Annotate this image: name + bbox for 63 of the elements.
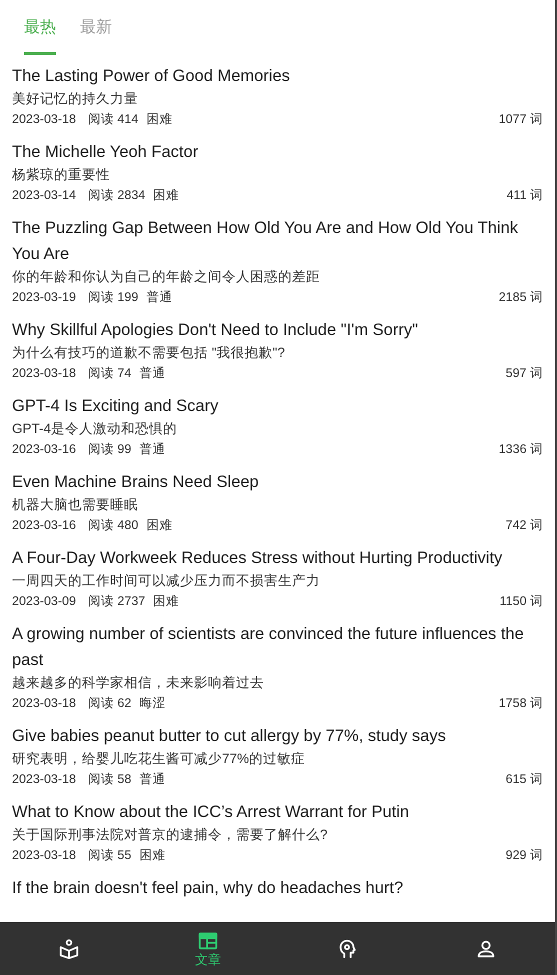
book-reader-icon bbox=[58, 938, 80, 960]
article-title[interactable]: What to Know about the ICC’s Arrest Warrant for Putin bbox=[12, 799, 543, 825]
word-count: 1077 词 bbox=[498, 111, 543, 128]
article-subtitle: 一周四天的工作时间可以减少压力而不损害生产力 bbox=[12, 572, 321, 590]
difficulty-label: 普通 bbox=[146, 289, 172, 306]
article-date: 2023-03-16 bbox=[12, 517, 76, 534]
difficulty-label: 困难 bbox=[146, 517, 172, 534]
word-count: 1150 词 bbox=[500, 593, 543, 610]
word-count: 742 词 bbox=[506, 517, 543, 534]
article-date: 2023-03-19 bbox=[12, 289, 76, 306]
article-subtitle: 你的年龄和你认为自己的年龄之间令人困惑的差距 bbox=[12, 268, 321, 286]
difficulty-label: 困难 bbox=[153, 187, 180, 204]
article-subtitle: GPT-4是令人激动和恐惧的 bbox=[12, 420, 178, 438]
article-date: 2023-03-18 bbox=[12, 847, 76, 864]
article-date: 2023-03-18 bbox=[12, 365, 76, 382]
read-count: 阅读 2834 bbox=[88, 187, 146, 204]
word-count: 615 词 bbox=[506, 771, 543, 788]
nav-tab[interactable]: 文章 bbox=[138, 922, 278, 975]
article-date: 2023-03-18 bbox=[12, 695, 76, 712]
word-count: 597 词 bbox=[506, 365, 543, 382]
article-title[interactable]: A growing number of scientists are convinced the future influences the past bbox=[12, 621, 543, 673]
word-count: 1758 词 bbox=[498, 695, 543, 712]
difficulty-label: 困难 bbox=[153, 593, 180, 610]
difficulty-label: 晦涩 bbox=[139, 695, 166, 712]
article-title[interactable]: A Four-Day Workweek Reduces Stress without Hurting Productivity bbox=[12, 545, 543, 571]
read-count: 阅读 62 bbox=[88, 695, 132, 712]
difficulty-label: 困难 bbox=[146, 111, 172, 128]
word-count: 2185 词 bbox=[498, 289, 543, 306]
difficulty-label: 普通 bbox=[139, 365, 166, 382]
article-subtitle: 越来越多的科学家相信，未来影响着过去 bbox=[12, 674, 265, 692]
difficulty-label: 普通 bbox=[139, 771, 166, 788]
read-count: 阅读 480 bbox=[88, 517, 138, 534]
read-count: 阅读 55 bbox=[88, 847, 132, 864]
article-title[interactable]: Give babies peanut butter to cut allergy by 77%, study says bbox=[12, 723, 543, 749]
read-count: 阅读 58 bbox=[88, 771, 132, 788]
article-title[interactable]: The Puzzling Gap Between How Old You Are and How Old You Think You Are bbox=[12, 215, 543, 267]
word-count: 929 词 bbox=[506, 847, 543, 864]
read-count: 阅读 2737 bbox=[88, 593, 146, 610]
article-subtitle: 关于国际刑事法院对普京的逮捕令，需要了解什么? bbox=[12, 826, 329, 844]
read-count: 阅读 99 bbox=[88, 441, 132, 458]
article-date: 2023-03-18 bbox=[12, 771, 76, 788]
article-subtitle: 研究表明，给婴儿吃花生酱可减少77%的过敏症 bbox=[12, 750, 306, 768]
article-title[interactable]: The Lasting Power of Good Memories bbox=[12, 63, 543, 89]
read-count: 阅读 199 bbox=[88, 289, 138, 306]
article-subtitle: 为什么有技巧的道歉不需要包括 "我很抱歉"? bbox=[12, 344, 286, 362]
difficulty-label: 普通 bbox=[139, 441, 166, 458]
read-count: 阅读 414 bbox=[88, 111, 138, 128]
article-title[interactable]: If the brain doesn't feel pain, why do headaches hurt? bbox=[12, 875, 543, 901]
article-title[interactable]: Why Skillful Apologies Don't Need to Include "I'm Sorry" bbox=[12, 317, 543, 343]
article-date: 2023-03-16 bbox=[12, 441, 76, 458]
read-count: 阅读 74 bbox=[88, 365, 132, 382]
article-title[interactable]: The Michelle Yeoh Factor bbox=[12, 139, 543, 165]
article-subtitle: 机器大脑也需要睡眠 bbox=[12, 496, 139, 514]
word-count: 1336 词 bbox=[498, 441, 543, 458]
word-count: 411 词 bbox=[506, 187, 543, 204]
article-date: 2023-03-14 bbox=[12, 187, 76, 204]
article-date: 2023-03-09 bbox=[12, 593, 76, 610]
article-date: 2023-03-18 bbox=[12, 111, 76, 128]
article-subtitle: 美好记忆的持久力量 bbox=[12, 90, 139, 108]
article-title[interactable]: GPT-4 Is Exciting and Scary bbox=[12, 393, 543, 419]
article-title[interactable]: Even Machine Brains Need Sleep bbox=[12, 469, 543, 495]
article-subtitle: 杨紫琼的重要性 bbox=[12, 166, 111, 184]
difficulty-label: 困难 bbox=[139, 847, 166, 864]
